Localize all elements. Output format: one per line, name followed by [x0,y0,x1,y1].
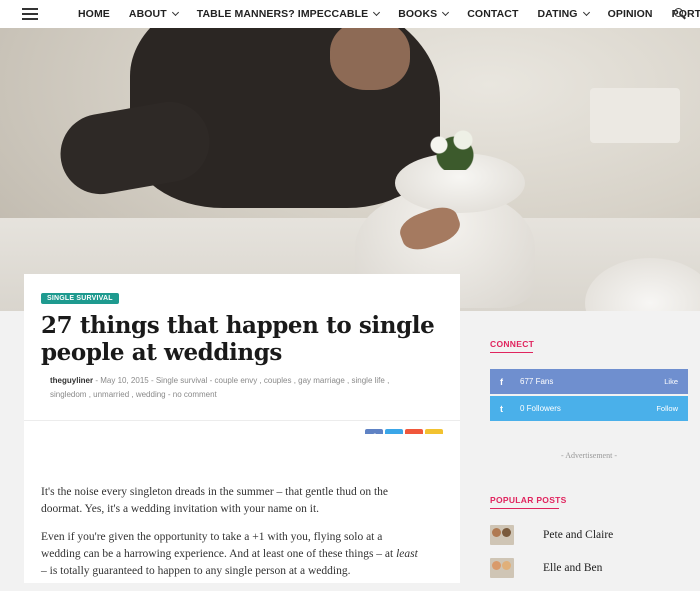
post-date: May 10, 2015 [100,376,149,385]
article-header: SINGLE SURVIVAL 27 things that happen to… [24,274,460,447]
tag-link[interactable]: wedding [136,390,166,399]
twitter-followers-count: 0 Followers [520,404,561,413]
tag-link[interactable]: singledom [50,390,86,399]
comments-link[interactable]: no comment [173,390,217,399]
chevron-down-icon [442,8,450,17]
popular-posts-heading: POPULAR POSTS [490,495,567,505]
chevron-down-icon [171,8,179,17]
nav-item-dating[interactable]: DATING [538,8,590,20]
hero-image [0,28,700,311]
post-thumbnail [490,525,514,545]
twitter-followers-bar[interactable]: t 0 Followers Follow [490,396,688,421]
nav-item-contact[interactable]: CONTACT [467,8,518,20]
article-title: 27 things that happen to single people a… [41,312,435,366]
advertisement-label: - Advertisement - [561,451,617,460]
tag-link[interactable]: single life [352,376,385,385]
nav-item-about[interactable]: ABOUT [129,8,179,20]
facebook-icon: f [500,376,503,387]
nav-item-opinion[interactable]: OPINION [608,8,653,20]
divider [24,420,460,421]
menu-icon[interactable] [22,8,38,20]
heading-underline [490,352,533,353]
post-thumbnail [490,558,514,578]
nav-item-home[interactable]: HOME [78,8,110,20]
twitter-icon: t [500,403,503,414]
paragraph: Even if you're given the opportunity to … [41,531,418,577]
facebook-fans-count: 677 Fans [520,377,554,386]
popular-post-item[interactable]: Pete and Claire [490,523,700,547]
search-icon[interactable] [674,8,686,20]
heading-underline [490,508,559,509]
tag-link[interactable]: couples [264,376,292,385]
popular-post-title[interactable]: Pete and Claire [543,529,613,541]
nav-item-books[interactable]: BOOKS [398,8,450,20]
tag-link[interactable]: unmarried [93,390,129,399]
twitter-follow-button[interactable]: Follow [656,404,678,413]
tag-link[interactable]: couple envy [215,376,258,385]
paragraph: It's the noise every singleton dreads in… [41,486,388,515]
nav-item-table-manners[interactable]: TABLE MANNERS? IMPECCABLE [197,8,381,20]
connect-heading: CONNECT [490,339,535,349]
category-link[interactable]: Single survival [156,376,208,385]
facebook-fans-bar[interactable]: f 677 Fans Like [490,369,688,394]
top-navigation: HOME ABOUT TABLE MANNERS? IMPECCABLE BOO… [0,0,700,28]
facebook-like-button[interactable]: Like [664,377,678,386]
article-body: It's the noise every singleton dreads in… [41,484,421,591]
category-badge[interactable]: SINGLE SURVIVAL [41,293,119,304]
popular-post-title[interactable]: Elle and Ben [543,562,602,574]
article-meta: theguyliner - May 10, 2015 - Single surv… [50,376,390,399]
chevron-down-icon [373,8,381,17]
nav-menu: HOME ABOUT TABLE MANNERS? IMPECCABLE BOO… [78,0,700,28]
popular-post-item[interactable]: Elle and Ben [490,556,700,580]
tag-link[interactable]: gay marriage [298,376,345,385]
author-link[interactable]: theguyliner [50,376,93,385]
chevron-down-icon [582,8,590,17]
